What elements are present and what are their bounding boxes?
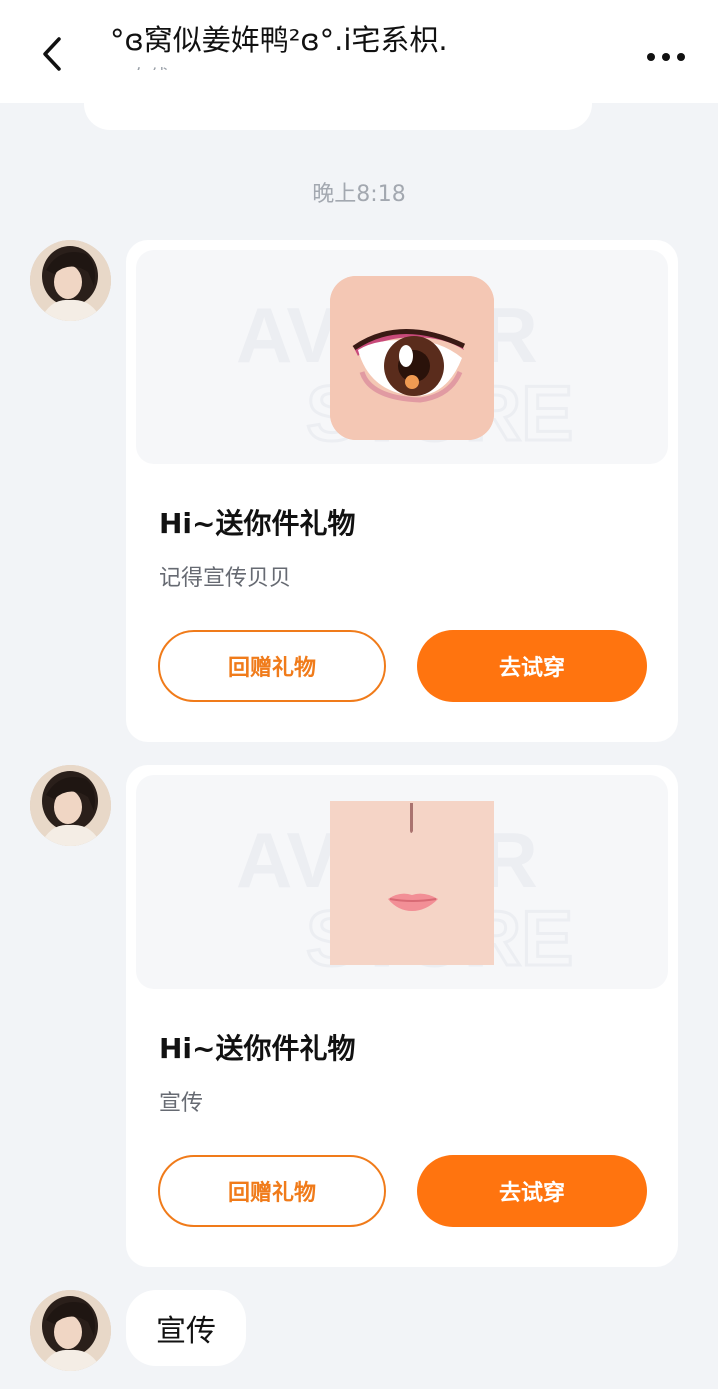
return-gift-button[interactable]: 回赠礼物 [158, 630, 386, 702]
return-gift-button[interactable]: 回赠礼物 [158, 1155, 386, 1227]
previous-card-tail [84, 70, 592, 130]
gift-face-image [330, 801, 494, 965]
try-on-button[interactable]: 去试穿 [417, 630, 647, 702]
avatar[interactable] [30, 1290, 111, 1371]
contact-name: °ɞ窝似姜姩鸭²ɞ°.i宅系枳. [110, 23, 448, 57]
gift-message: 宣传 [159, 1091, 204, 1116]
gift-card: AVATAR STORE Hi~送你件礼物 记得宣传贝贝 回赠礼物 去试穿 [126, 240, 678, 742]
back-button[interactable] [28, 30, 76, 82]
try-on-button[interactable]: 去试穿 [417, 1155, 647, 1227]
gift-message: 记得宣传贝贝 [159, 566, 292, 591]
gift-preview[interactable]: AVATAR STORE [136, 250, 668, 464]
avatar[interactable] [30, 240, 111, 321]
gift-card: AVATAR STORE Hi~送你件礼物 宣传 回赠礼物 去试穿 [126, 765, 678, 1267]
message-timestamp: 晚上8:18 [312, 182, 406, 207]
gift-preview[interactable]: AVATAR STORE [136, 775, 668, 989]
gift-title: Hi~送你件礼物 [159, 507, 356, 540]
text-message-bubble[interactable]: 宣传 [126, 1290, 246, 1366]
gift-title: Hi~送你件礼物 [159, 1032, 356, 1065]
chevron-left-icon [39, 34, 65, 78]
avatar[interactable] [30, 765, 111, 846]
gift-eye-image [330, 276, 494, 440]
more-dots-icon [646, 47, 686, 66]
more-options-button[interactable] [644, 36, 688, 76]
